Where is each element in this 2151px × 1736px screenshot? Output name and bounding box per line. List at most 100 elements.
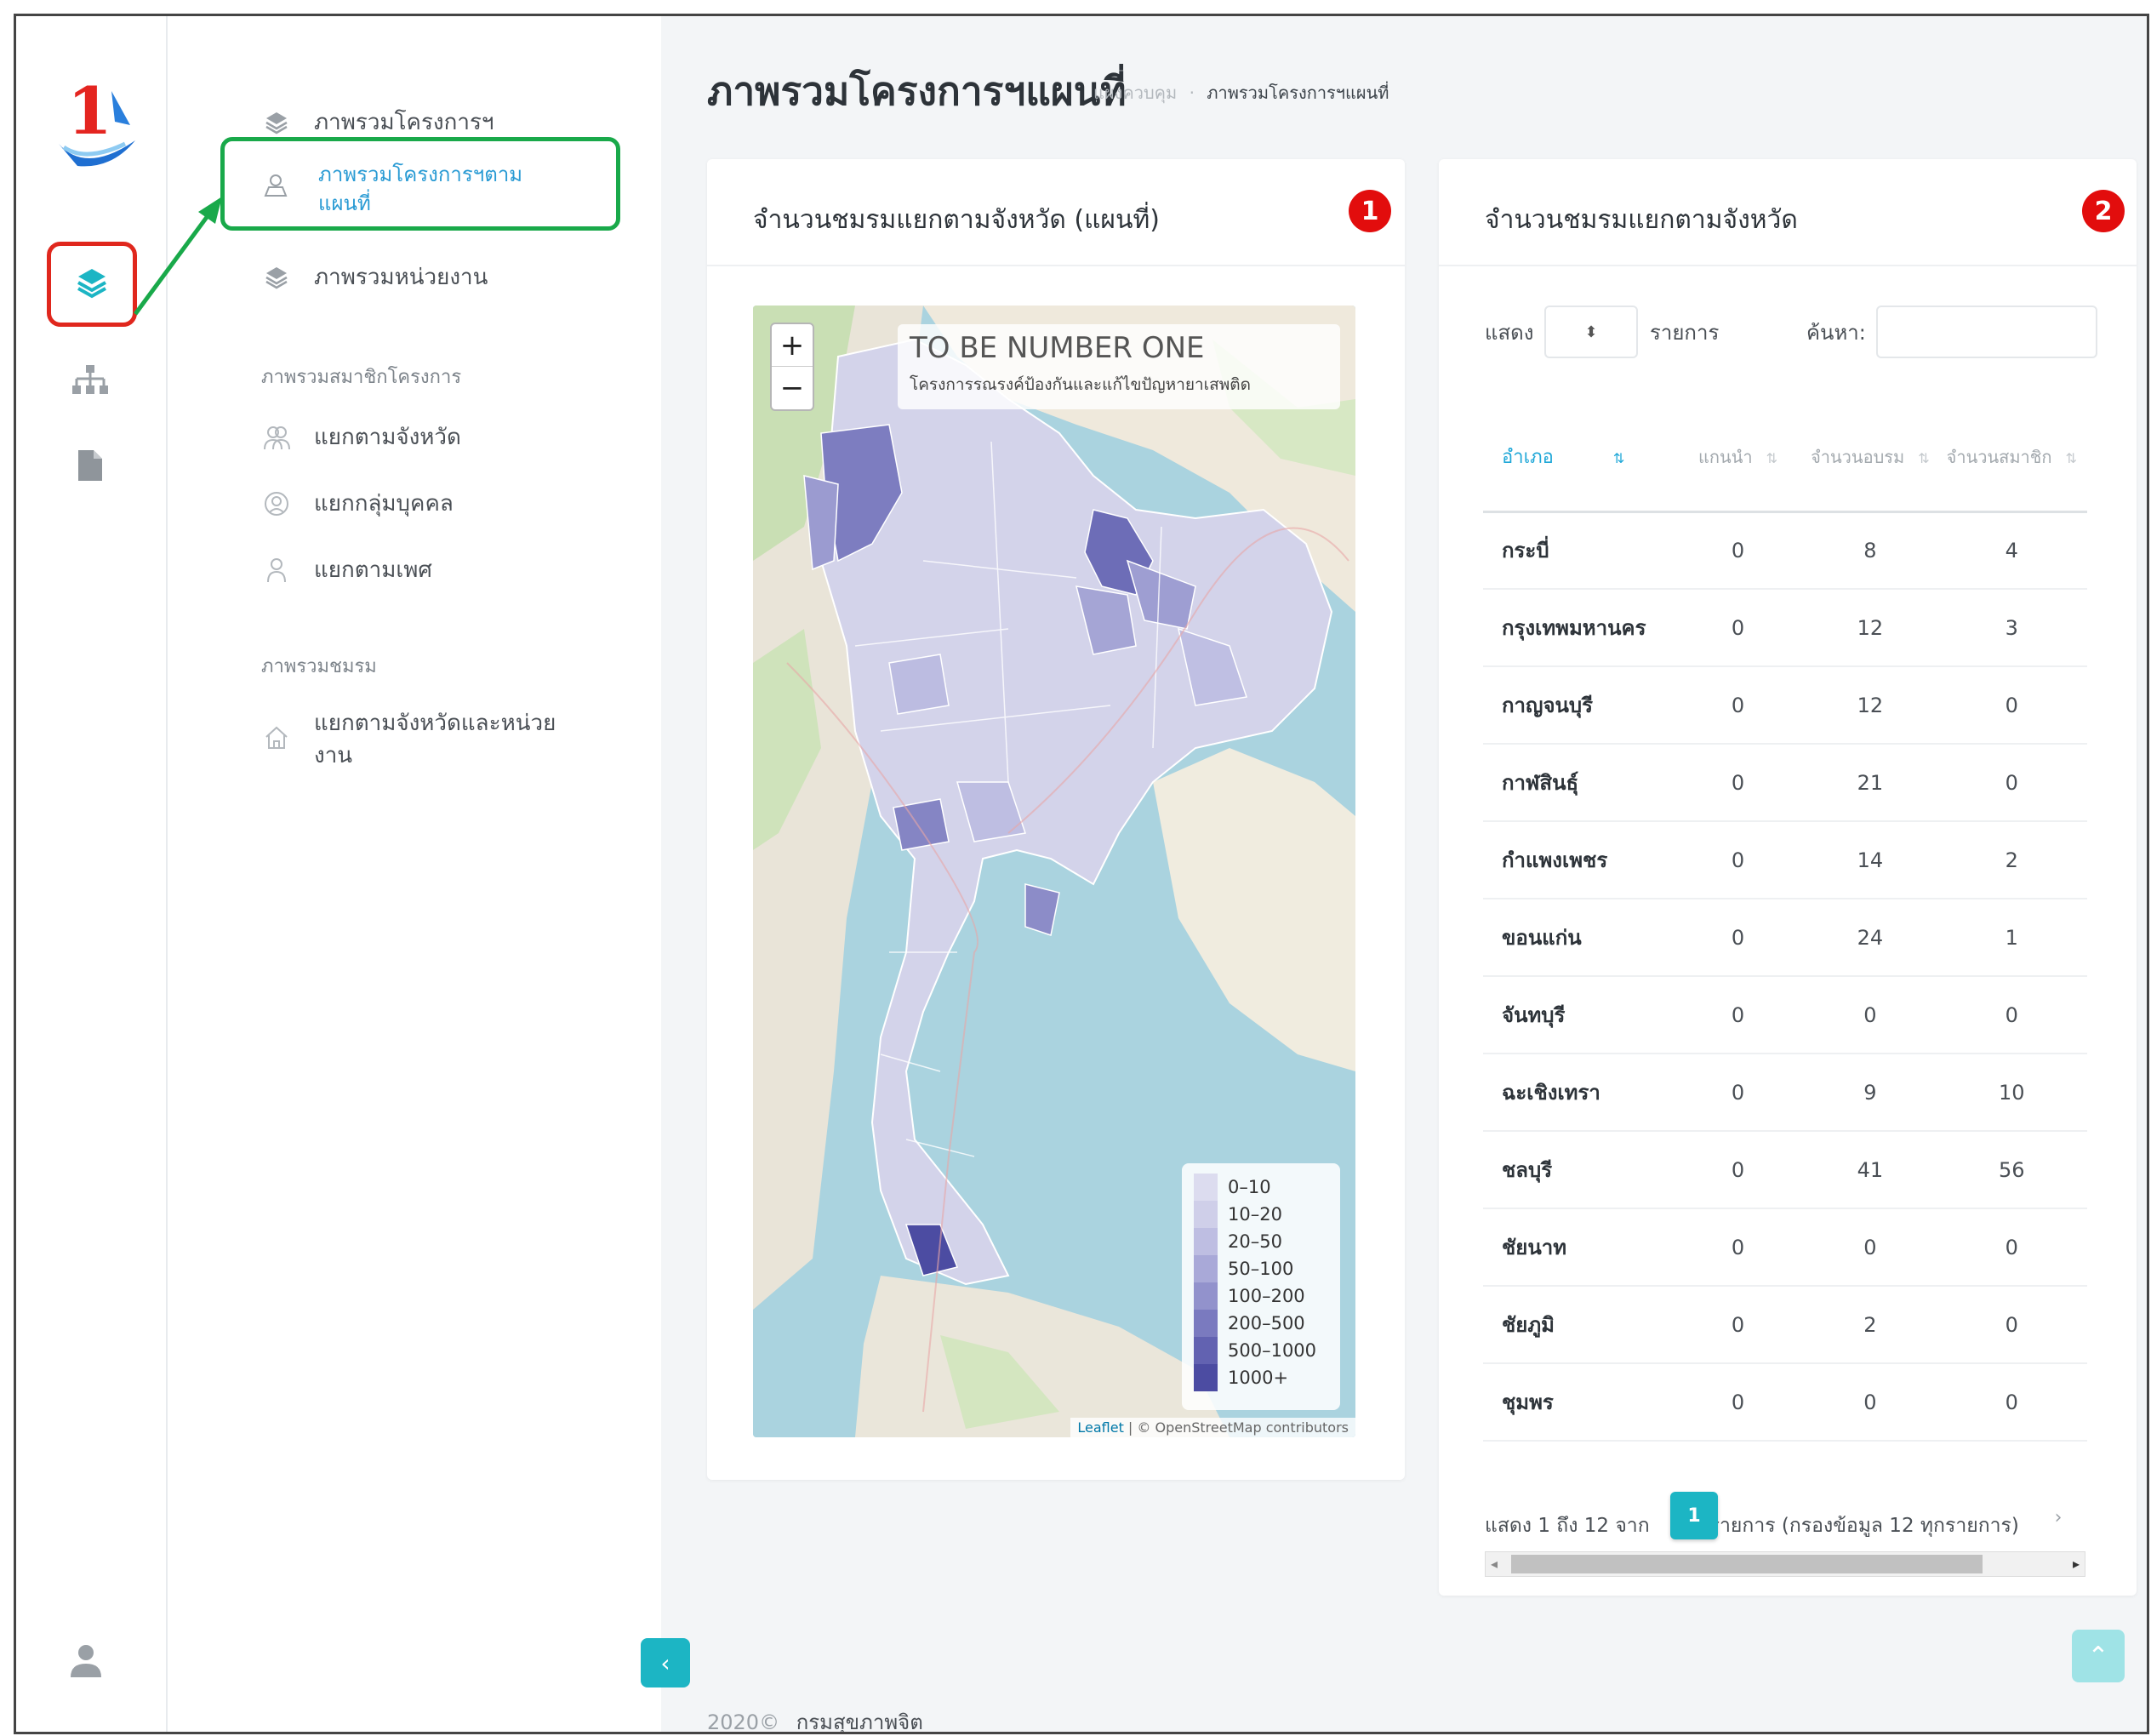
district-cell: กาฬสินธุ์ bbox=[1483, 744, 1672, 822]
column-header-district[interactable]: อำเภอ ⇅ bbox=[1483, 406, 1672, 513]
leaders-cell: 0 bbox=[1671, 821, 1805, 899]
members-cell: 0 bbox=[1936, 1208, 2087, 1287]
column-header-members[interactable]: จำนวนสมาชิก ⇅ bbox=[1936, 406, 2087, 513]
trainings-cell: 8 bbox=[1804, 511, 1937, 590]
scrollbar-thumb[interactable] bbox=[1511, 1555, 1983, 1573]
footer-org: กรมสุขภาพจิต bbox=[796, 1710, 923, 1734]
members-cell: 0 bbox=[1936, 1363, 2087, 1442]
menu-item-by-province[interactable]: แยกตามจังหวัด bbox=[261, 420, 461, 454]
map-card-title: จำนวนชมรมแยกตามจังหวัด (แผนที่) bbox=[753, 205, 1160, 235]
menu-item-by-province-and-agency[interactable]: แยกตามจังหวัดและหน่วยงาน bbox=[261, 707, 561, 772]
leaders-cell: 0 bbox=[1671, 976, 1805, 1054]
zoom-in-button[interactable]: + bbox=[772, 324, 813, 367]
breadcrumb-current: ภาพรวมโครงการฯแผนที่ bbox=[1207, 83, 1389, 103]
menu-item-by-gender[interactable]: แยกตามเพศ bbox=[261, 552, 432, 587]
leaflet-link[interactable]: Leaflet bbox=[1077, 1419, 1123, 1436]
map-info-box: TO BE NUMBER ONE โครงการรณรงค์ป้องกันและ… bbox=[898, 324, 1340, 409]
table-row: ชุมพร 0 0 0 bbox=[1483, 1363, 2087, 1442]
members-cell: 1 bbox=[1936, 899, 2087, 977]
trainings-cell: 0 bbox=[1804, 976, 1937, 1054]
menu-item-by-group[interactable]: แยกกลุ่มบุคคล bbox=[261, 486, 454, 521]
layers-icon bbox=[75, 266, 109, 303]
column-header-trainings[interactable]: จำนวนอบรม ⇅ bbox=[1804, 406, 1937, 513]
members-cell: 3 bbox=[1936, 589, 2087, 667]
icon-rail: 1 bbox=[16, 16, 168, 1732]
table-row: ชลบุรี 0 41 56 bbox=[1483, 1131, 2087, 1209]
menu-item-agency-overview[interactable]: ภาพรวมหน่วยงาน bbox=[261, 260, 488, 294]
leaders-cell: 0 bbox=[1671, 1054, 1805, 1132]
table-row: ขอนแก่น 0 24 1 bbox=[1483, 899, 2087, 977]
zoom-out-button[interactable]: − bbox=[772, 367, 813, 409]
layers-icon bbox=[261, 107, 292, 138]
table-row: กรุงเทพมหานคร 0 12 3 bbox=[1483, 589, 2087, 667]
trainings-cell: 12 bbox=[1804, 666, 1937, 745]
scroll-to-top-button[interactable]: ⌃ bbox=[2072, 1630, 2125, 1682]
entries-label: รายการ bbox=[1650, 321, 1720, 345]
breadcrumb-home[interactable]: แผงควบคุม bbox=[1093, 83, 1177, 103]
users-icon bbox=[261, 422, 292, 453]
entries-per-page-select[interactable]: ⬍ bbox=[1544, 306, 1638, 358]
province-table: อำเภอ ⇅ แกนนำ ⇅ จำนวนอบรม ⇅ จำนวนสมาชิก ⇅ กร… bbox=[1483, 406, 2087, 1442]
district-cell: กาญจนบุรี bbox=[1483, 666, 1672, 745]
sitemap-icon bbox=[71, 363, 109, 401]
members-cell: 0 bbox=[1936, 976, 2087, 1054]
legend-row: 10–20 bbox=[1194, 1201, 1328, 1228]
trainings-cell: 0 bbox=[1804, 1363, 1937, 1442]
breadcrumb-separator: · bbox=[1189, 83, 1195, 103]
sitemap-rail-button[interactable] bbox=[60, 352, 120, 412]
legend-row: 100–200 bbox=[1194, 1282, 1328, 1310]
to-be-number-one-logo[interactable]: 1 bbox=[52, 73, 145, 176]
trainings-cell: 24 bbox=[1804, 899, 1937, 977]
scroll-right-arrow-icon[interactable]: ▸ bbox=[2073, 1552, 2080, 1576]
district-cell: ชัยภูมิ bbox=[1483, 1286, 1672, 1364]
district-cell: ขอนแก่น bbox=[1483, 899, 1672, 977]
table-row: กระบี่ 0 8 4 bbox=[1483, 511, 2087, 590]
district-cell: ชัยนาท bbox=[1483, 1208, 1672, 1287]
main-content: ภาพรวมโครงการฯแผนที่ แผงควบคุม · ภาพรวมโ… bbox=[641, 16, 2147, 1734]
district-cell: ชุมพร bbox=[1483, 1363, 1672, 1442]
table-header-row: อำเภอ ⇅ แกนนำ ⇅ จำนวนอบรม ⇅ จำนวนสมาชิก ⇅ bbox=[1483, 406, 2087, 513]
document-icon bbox=[77, 448, 104, 486]
legend-row: 50–100 bbox=[1194, 1255, 1328, 1282]
members-cell: 2 bbox=[1936, 821, 2087, 899]
sort-icon: ⇅ bbox=[2065, 450, 2077, 467]
search-input[interactable] bbox=[1876, 306, 2097, 358]
table-row: กาญจนบุรี 0 12 0 bbox=[1483, 666, 2087, 745]
menu-item-project-overview[interactable]: ภาพรวมโครงการฯ bbox=[261, 105, 494, 140]
badge-icon bbox=[261, 488, 292, 519]
leaders-cell: 0 bbox=[1671, 666, 1805, 745]
legend-row: 20–50 bbox=[1194, 1228, 1328, 1255]
overview-rail-button[interactable] bbox=[47, 242, 137, 327]
table-row: ชัยนาท 0 0 0 bbox=[1483, 1208, 2087, 1287]
horizontal-scrollbar[interactable]: ◂ ▸ bbox=[1485, 1551, 2085, 1577]
collapse-sidebar-button[interactable]: ‹ bbox=[641, 1638, 690, 1687]
choropleth-map[interactable]: + − TO BE NUMBER ONE โครงการรณรงค์ป้องกั… bbox=[753, 306, 1355, 1437]
zoom-control: + − bbox=[770, 323, 814, 411]
sort-icon: ⇅ bbox=[1918, 450, 1930, 467]
table-card: จำนวนชมรมแยกตามจังหวัด 2 แสดง ⬍ รายการ ค… bbox=[1439, 159, 2137, 1596]
user-profile-button[interactable] bbox=[67, 1642, 105, 1682]
table-body: กระบี่ 0 8 4 กรุงเทพมหานคร 0 12 3 กาญจนบุรี 0 12 0 ก… bbox=[1483, 511, 2087, 1442]
leaders-cell: 0 bbox=[1671, 1208, 1805, 1287]
district-cell: กำแพงเพชร bbox=[1483, 821, 1672, 899]
leaders-cell: 0 bbox=[1671, 1363, 1805, 1442]
leaders-cell: 0 bbox=[1671, 899, 1805, 977]
column-header-leaders[interactable]: แกนนำ ⇅ bbox=[1671, 406, 1805, 513]
district-cell: จันทบุรี bbox=[1483, 976, 1672, 1054]
pagination-page-1[interactable]: 1 bbox=[1670, 1492, 1718, 1539]
footer: 2020© กรมสุขภาพจิต bbox=[707, 1705, 923, 1734]
pagination-next-button[interactable]: › bbox=[2038, 1497, 2079, 1538]
breadcrumb: แผงควบคุม · ภาพรวมโครงการฯแผนที่ bbox=[1093, 79, 1389, 106]
menu-item-project-map-overview[interactable]: ภาพรวมโครงการฯตามแผนที่ bbox=[220, 137, 620, 231]
members-section-title: ภาพรวมสมาชิกโครงการ bbox=[261, 367, 462, 388]
map-card-header: จำนวนชมรมแยกตามจังหวัด (แผนที่) 1 bbox=[707, 159, 1405, 266]
scroll-left-arrow-icon[interactable]: ◂ bbox=[1491, 1552, 1498, 1576]
legend-row: 500–1000 bbox=[1194, 1337, 1328, 1364]
members-cell: 0 bbox=[1936, 666, 2087, 745]
legend-row: 200–500 bbox=[1194, 1310, 1328, 1337]
document-rail-button[interactable] bbox=[60, 437, 120, 497]
table-row: กาฬสินธุ์ 0 21 0 bbox=[1483, 744, 2087, 822]
members-cell: 56 bbox=[1936, 1131, 2087, 1209]
side-menu: ภาพรวมโครงการฯ ภาพรวมโครงการฯตามแผนที่ ภ… bbox=[168, 16, 661, 1732]
clubs-section-title: ภาพรวมชมรม bbox=[261, 656, 377, 677]
